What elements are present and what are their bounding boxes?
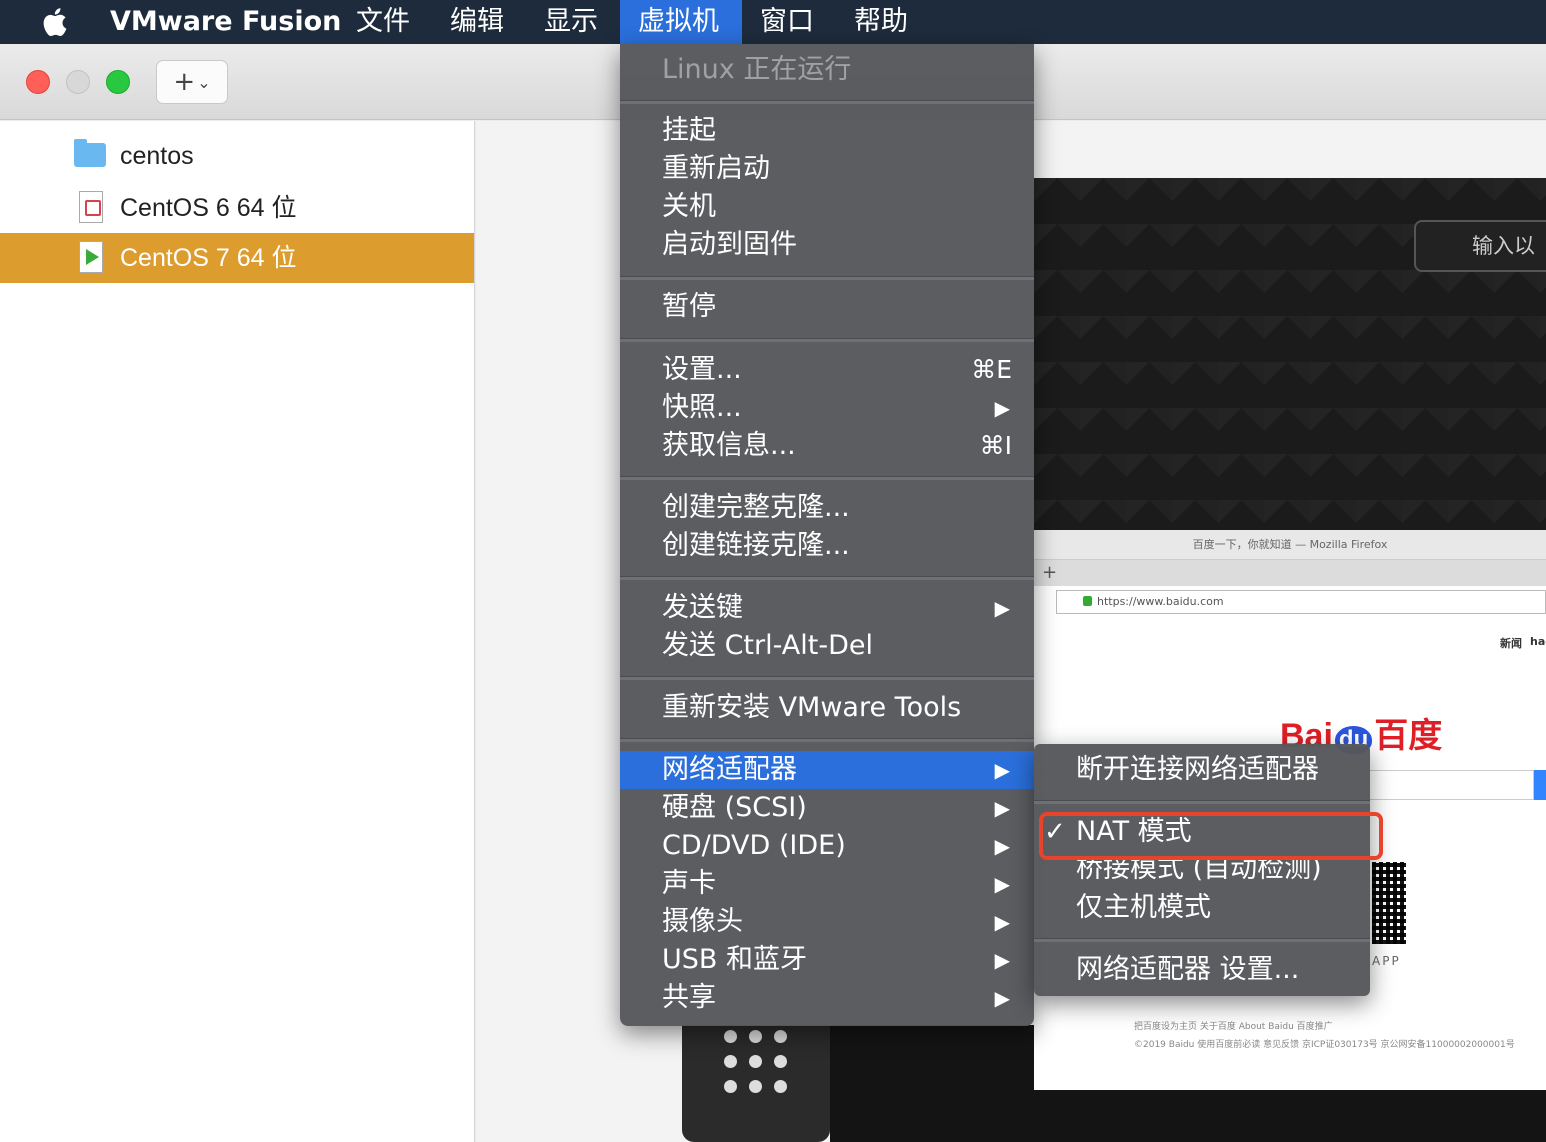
menu-item-get-info[interactable]: 获取信息... ⌘I bbox=[620, 427, 1034, 465]
menu-item-sharing[interactable]: 共享 ▶ bbox=[620, 979, 1034, 1017]
new-tab-button[interactable]: + bbox=[1042, 560, 1057, 586]
menu-separator bbox=[1034, 800, 1370, 804]
firefox-tab-strip: + bbox=[1034, 560, 1546, 586]
menu-item-boot-firmware[interactable]: 启动到固件 bbox=[620, 226, 1034, 264]
submenu-item-bridged[interactable]: 桥接模式 (自动检测) bbox=[1034, 858, 1370, 888]
zoom-button[interactable] bbox=[106, 70, 130, 94]
menu-item-sound-card[interactable]: 声卡 ▶ bbox=[620, 865, 1034, 903]
menu-item-send-key[interactable]: 发送键 ▶ bbox=[620, 589, 1034, 627]
minimize-button[interactable] bbox=[66, 70, 90, 94]
submenu-arrow-icon: ▶ bbox=[994, 396, 1010, 420]
baidu-search-button[interactable] bbox=[1534, 770, 1546, 800]
submenu-arrow-icon: ▶ bbox=[994, 596, 1010, 620]
virtual-machine-menu: Linux 正在运行 挂起 重新启动 关机 启动到固件 暂停 设置... ⌘E 快… bbox=[620, 44, 1034, 1026]
menu-item-snapshots[interactable]: 快照... ▶ bbox=[620, 389, 1034, 427]
library-item-label: CentOS 7 64 位 bbox=[120, 244, 297, 272]
menu-edit[interactable]: 编辑 bbox=[432, 0, 522, 44]
baidu-footer: 把百度设为主页 关于百度 About Baidu 百度推广 ©2019 Baid… bbox=[1134, 1022, 1515, 1050]
firefox-url-bar[interactable]: https://www.baidu.com bbox=[1056, 590, 1546, 614]
submenu-arrow-icon: ▶ bbox=[994, 758, 1010, 782]
menu-separator bbox=[1034, 938, 1370, 942]
menu-item-restart[interactable]: 重新启动 bbox=[620, 150, 1034, 188]
network-adapter-submenu: 断开连接网络适配器 ✓ NAT 模式 桥接模式 (自动检测) 仅主机模式 网络适… bbox=[1034, 744, 1370, 996]
menu-item-suspend[interactable]: 挂起 bbox=[620, 112, 1034, 150]
qr-code bbox=[1372, 862, 1406, 944]
submenu-arrow-icon: ▶ bbox=[994, 986, 1010, 1010]
menu-item-pause[interactable]: 暂停 bbox=[620, 288, 1034, 326]
nat-highlight-box bbox=[1039, 812, 1383, 860]
menu-item-usb-bluetooth[interactable]: USB 和蓝牙 ▶ bbox=[620, 941, 1034, 979]
menu-item-send-ctrl-alt-del[interactable]: 发送 Ctrl-Alt-Del bbox=[620, 627, 1034, 665]
add-vm-button[interactable]: + ⌄ bbox=[156, 60, 228, 104]
submenu-item-host-only[interactable]: 仅主机模式 bbox=[1034, 889, 1370, 927]
library-item-centos7[interactable]: CentOS 7 64 位 bbox=[0, 233, 474, 283]
menu-file[interactable]: 文件 bbox=[338, 0, 428, 44]
url-text: https://www.baidu.com bbox=[1097, 595, 1224, 608]
vm-library-sidebar: centos CentOS 6 64 位 CentOS 7 64 位 bbox=[0, 121, 475, 1142]
plus-icon: + bbox=[173, 67, 196, 97]
shortcut-cmd-i: ⌘I bbox=[979, 431, 1012, 460]
menu-item-cd-dvd[interactable]: CD/DVD (IDE) ▶ bbox=[620, 827, 1034, 865]
library-item-centos6[interactable]: CentOS 6 64 位 bbox=[0, 183, 474, 233]
menu-item-network-adapter[interactable]: 网络适配器 ▶ bbox=[620, 751, 1034, 789]
submenu-arrow-icon: ▶ bbox=[994, 796, 1010, 820]
menu-window[interactable]: 窗口 bbox=[742, 0, 832, 44]
app-grid-icon[interactable] bbox=[724, 1030, 794, 1100]
close-button[interactable] bbox=[26, 70, 50, 94]
apple-icon[interactable] bbox=[26, 0, 82, 44]
submenu-arrow-icon: ▶ bbox=[994, 948, 1010, 972]
menu-status-running: Linux 正在运行 bbox=[662, 54, 852, 85]
menu-separator bbox=[620, 576, 1034, 580]
firefox-title: 百度一下，你就知道 — Mozilla Firefox bbox=[1034, 530, 1546, 560]
menu-view[interactable]: 显示 bbox=[526, 0, 616, 44]
menu-help[interactable]: 帮助 bbox=[836, 0, 926, 44]
baidu-nav-hao[interactable]: hao bbox=[1530, 635, 1546, 648]
menu-item-full-clone[interactable]: 创建完整克隆... bbox=[620, 489, 1034, 527]
menu-separator bbox=[620, 476, 1034, 480]
menu-separator bbox=[620, 738, 1034, 742]
lock-icon bbox=[1083, 596, 1092, 606]
submenu-arrow-icon: ▶ bbox=[994, 872, 1010, 896]
menu-separator bbox=[620, 276, 1034, 280]
chevron-down-icon: ⌄ bbox=[197, 72, 211, 92]
shortcut-cmd-e: ⌘E bbox=[971, 355, 1012, 384]
menu-item-linked-clone[interactable]: 创建链接克隆... bbox=[620, 527, 1034, 565]
password-field[interactable]: 输入以 bbox=[1414, 220, 1546, 272]
submenu-arrow-icon: ▶ bbox=[994, 910, 1010, 934]
library-item-label: centos bbox=[120, 142, 194, 170]
menu-separator bbox=[620, 338, 1034, 342]
menu-item-settings[interactable]: 设置... ⌘E bbox=[620, 351, 1034, 389]
vm-running-icon bbox=[79, 241, 103, 273]
menu-item-camera[interactable]: 摄像头 ▶ bbox=[620, 903, 1034, 941]
vm-off-icon bbox=[79, 191, 103, 223]
menu-separator bbox=[620, 100, 1034, 104]
menu-item-reinstall-tools[interactable]: 重新安装 VMware Tools bbox=[620, 689, 1034, 727]
submenu-item-disconnect[interactable]: 断开连接网络适配器 bbox=[1034, 751, 1370, 789]
menu-bar: VMware Fusion 文件 编辑 显示 虚拟机 窗口 帮助 bbox=[0, 0, 1546, 44]
submenu-arrow-icon: ▶ bbox=[994, 834, 1010, 858]
menu-item-shutdown[interactable]: 关机 bbox=[620, 188, 1034, 226]
baidu-nav-news[interactable]: 新闻 bbox=[1500, 635, 1522, 651]
folder-icon bbox=[74, 139, 106, 167]
submenu-item-adapter-settings[interactable]: 网络适配器 设置... bbox=[1034, 951, 1370, 989]
menu-item-hard-disk[interactable]: 硬盘 (SCSI) ▶ bbox=[620, 789, 1034, 827]
app-label: APP bbox=[1372, 954, 1401, 968]
app-menu[interactable]: VMware Fusion bbox=[92, 0, 359, 44]
library-item-centos-folder[interactable]: centos bbox=[0, 131, 474, 181]
menu-separator bbox=[620, 676, 1034, 680]
library-item-label: CentOS 6 64 位 bbox=[120, 194, 297, 222]
menu-virtual-machine[interactable]: 虚拟机 bbox=[620, 0, 742, 44]
